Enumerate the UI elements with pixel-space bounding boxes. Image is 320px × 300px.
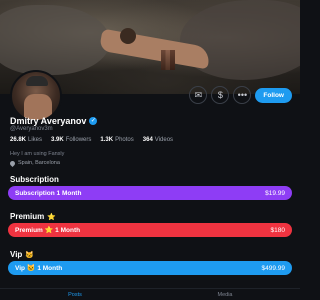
more-icon[interactable]: ••• bbox=[233, 86, 252, 104]
profile-name-row: Dmitry Averyanov ✓ bbox=[10, 116, 98, 126]
section-title-premium: Premium ⭐ bbox=[10, 212, 56, 221]
message-icon[interactable]: ✉ bbox=[189, 86, 208, 104]
plan-label: Subscription 1 Month bbox=[15, 189, 82, 197]
cover-figure-head bbox=[120, 28, 136, 44]
star-icon: ⭐ bbox=[44, 227, 54, 234]
stat-photos: 1.3K Photos bbox=[100, 137, 134, 143]
cover-rock bbox=[180, 0, 300, 80]
profile-location: Spain, Barcelona bbox=[8, 159, 60, 167]
cat-icon: 🐱 bbox=[26, 265, 36, 272]
plan-button-premium[interactable]: Premium ⭐ 1 Month $180 bbox=[8, 223, 292, 237]
stat-likes: 26.8K Likes bbox=[10, 137, 43, 143]
tab-posts[interactable]: Posts bbox=[0, 289, 150, 300]
avatar-hat bbox=[26, 76, 48, 86]
profile-bio: Hey I am using Fansly bbox=[10, 151, 65, 157]
plan-button-subscription[interactable]: Subscription 1 Month $19.99 bbox=[8, 186, 292, 200]
cover-rock bbox=[0, 5, 110, 75]
location-text: Spain, Barcelona bbox=[18, 160, 60, 166]
verified-icon: ✓ bbox=[89, 117, 98, 125]
content-tabs: Posts Media bbox=[0, 288, 300, 300]
star-icon: ⭐ bbox=[47, 213, 56, 221]
plan-label: Premium ⭐ 1 Month bbox=[15, 227, 81, 234]
profile-name: Dmitry Averyanov bbox=[10, 116, 87, 126]
plan-label: Vip 🐱 1 Month bbox=[15, 265, 63, 272]
plan-price: $19.99 bbox=[265, 189, 285, 197]
profile-actions: ✉ $ ••• Follow bbox=[189, 86, 292, 104]
stat-followers: 3.9K Followers bbox=[51, 137, 92, 143]
cat-icon: 🐱 bbox=[25, 251, 35, 259]
avatar[interactable] bbox=[10, 70, 62, 122]
section-title-subscription: Subscription bbox=[10, 175, 59, 184]
tip-dollar-icon[interactable]: $ bbox=[211, 86, 230, 104]
follow-button[interactable]: Follow bbox=[255, 87, 292, 103]
plan-price: $180 bbox=[270, 226, 285, 234]
section-title-vip: Vip 🐱 bbox=[10, 250, 35, 259]
profile-stats: 26.8K Likes 3.9K Followers 1.3K Photos 364 V… bbox=[10, 137, 173, 143]
location-pin-icon bbox=[8, 159, 17, 167]
plan-button-vip[interactable]: Vip 🐱 1 Month $499.99 bbox=[8, 261, 292, 275]
censor-pixelation bbox=[161, 50, 175, 70]
stat-videos: 364 Videos bbox=[142, 137, 174, 143]
profile-handle: @Averyanov3m bbox=[10, 126, 53, 132]
tab-media[interactable]: Media bbox=[150, 289, 300, 300]
plan-price: $499.99 bbox=[261, 264, 286, 272]
